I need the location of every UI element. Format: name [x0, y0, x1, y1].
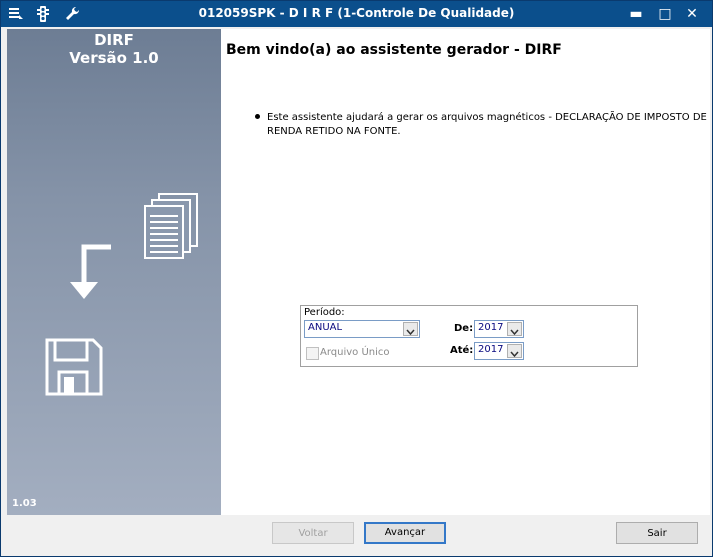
chevron-down-icon[interactable] [507, 344, 522, 358]
close-button[interactable]: ✕ [681, 4, 703, 24]
chevron-down-icon[interactable] [403, 322, 418, 336]
from-label: De: [454, 323, 474, 334]
arrow-down-icon [67, 244, 117, 308]
to-label: Até: [450, 345, 474, 356]
single-file-label: Arquivo Único [320, 347, 390, 358]
intro-text: Este assistente ajudará a gerar os arqui… [267, 112, 707, 137]
build-number: 1.03 [12, 498, 37, 509]
sidebar-title: DIRF [94, 31, 134, 49]
menu-list-icon[interactable] [7, 5, 25, 23]
documents-icon [139, 192, 201, 274]
year-to-value: 2017 [478, 344, 504, 355]
next-button[interactable]: Avançar [364, 522, 446, 544]
page-title: Bem vindo(a) ao assistente gerador - DIR… [226, 42, 562, 58]
single-file-checkbox[interactable] [306, 347, 319, 360]
wizard-content: Bem vindo(a) ao assistente gerador - DIR… [221, 29, 710, 515]
wizard-window: 012059SPK - D I R F (1-Controle De Quali… [0, 0, 713, 557]
bullet-icon [255, 114, 260, 119]
period-type-value: ANUAL [308, 322, 343, 333]
sidebar-version: Versão 1.0 [69, 49, 159, 67]
wizard-sidebar: DIRF Versão 1.0 1.03 [7, 29, 221, 515]
year-to-select[interactable]: 2017 [474, 342, 524, 360]
chevron-down-icon[interactable] [507, 322, 522, 336]
title-bar[interactable]: 012059SPK - D I R F (1-Controle De Quali… [1, 1, 712, 27]
maximize-button[interactable]: □ [654, 4, 676, 24]
period-group: Período: ANUAL De: 2017 Arquivo Único At… [300, 305, 638, 367]
exit-button[interactable]: Sair [616, 522, 698, 544]
floppy-disk-icon [43, 336, 105, 402]
year-from-select[interactable]: 2017 [474, 320, 524, 338]
year-from-value: 2017 [478, 322, 504, 333]
period-type-select[interactable]: ANUAL [304, 320, 420, 338]
back-button[interactable]: Voltar [272, 522, 354, 544]
traffic-light-icon[interactable] [34, 5, 52, 23]
window-title: 012059SPK - D I R F (1-Controle De Quali… [198, 6, 515, 20]
wizard-footer: Voltar Avançar Sair [1, 516, 712, 556]
period-label: Período: [304, 307, 345, 318]
minimize-button[interactable]: ▬ [625, 4, 647, 24]
wrench-icon[interactable] [63, 5, 81, 23]
